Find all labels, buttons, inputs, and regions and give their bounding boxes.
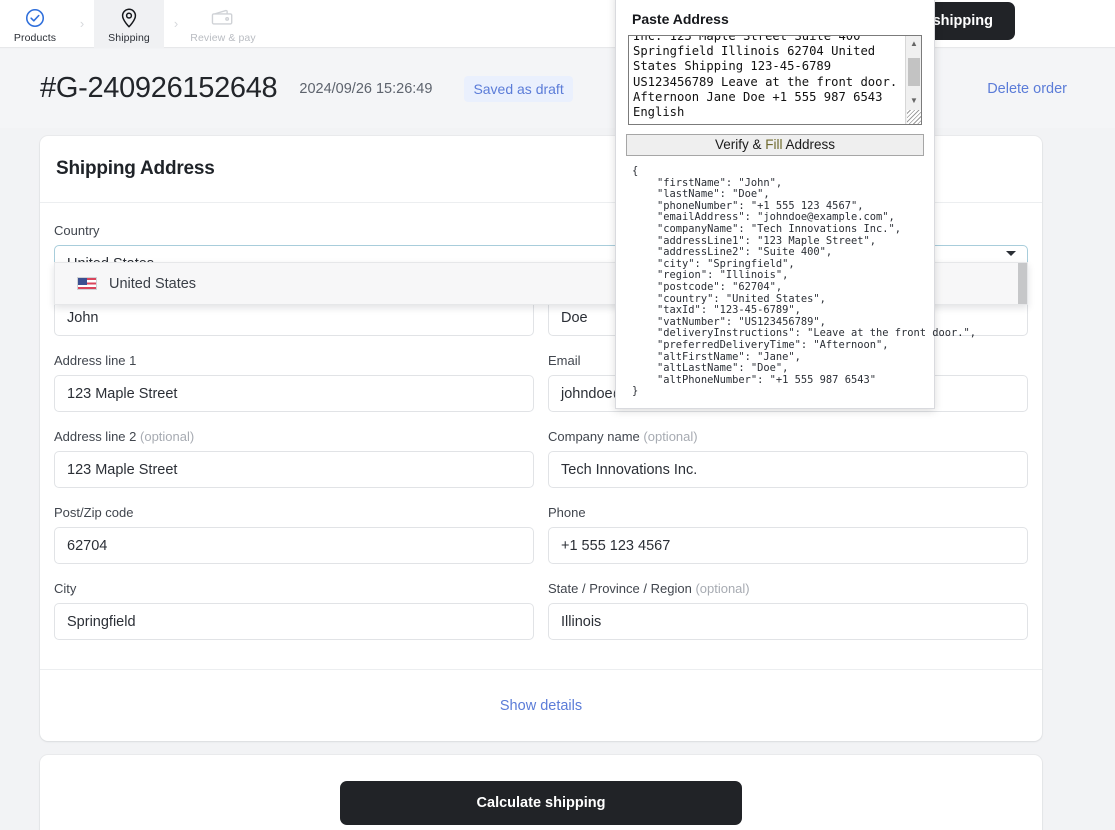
textarea-line: Inc. 123 Maple Street Suite 400 (633, 35, 861, 43)
address-line-1-label: Address line 1 (54, 353, 137, 368)
address-line-2-optional: (optional) (140, 429, 195, 444)
textarea-line: US123456789 Leave at the front door. (633, 74, 898, 89)
chevron-right-icon-2: › (173, 15, 179, 31)
scrollbar-thumb[interactable] (908, 58, 920, 86)
row-address2-company: Address line 2 (optional) 123 Maple Stre… (54, 429, 1028, 488)
postcode-label: Post/Zip code (54, 505, 134, 520)
textarea-line: States Shipping 123-45-6789 (633, 59, 832, 74)
postcode-field: Post/Zip code 62704 (54, 505, 534, 564)
status-badge: Saved as draft (464, 75, 573, 102)
phone-label: Phone (548, 505, 586, 520)
city-input[interactable]: Springfield (54, 603, 534, 640)
order-header: #G-240926152648 2024/09/26 15:26:49 Save… (0, 49, 1115, 128)
textarea-line: English (633, 105, 685, 120)
phone-field: Phone +1 555 123 4567 (548, 505, 1028, 564)
page-title: #G-240926152648 (40, 72, 278, 104)
company-name-field: Company name (optional) Tech Innovations… (548, 429, 1028, 488)
delete-order-link[interactable]: Delete order (987, 81, 1067, 97)
chevron-right-icon: › (79, 15, 85, 31)
row-city-region: City Springfield State / Province / Regi… (54, 581, 1028, 640)
parsed-address-json-output: { "firstName": "John", "lastName": "Doe"… (632, 165, 976, 398)
check-circle-icon (24, 6, 46, 30)
address-line-1-field: Address line 1 123 Maple Street (54, 353, 534, 412)
calculate-shipping-card: Calculate shipping (40, 755, 1042, 830)
stepper-step-products[interactable]: Products (0, 0, 70, 48)
company-name-input[interactable]: Tech Innovations Inc. (548, 451, 1028, 488)
textarea-line: Springfield Illinois 62704 United (633, 44, 876, 59)
region-optional: (optional) (695, 581, 750, 596)
paste-address-textarea-wrap: Inc. 123 Maple Street Suite 400 Springfie… (628, 35, 922, 125)
stepper-step-shipping[interactable]: Shipping (94, 0, 164, 48)
region-field: State / Province / Region (optional) Ill… (548, 581, 1028, 640)
resize-grip-icon[interactable] (907, 110, 921, 124)
show-details-link[interactable]: Show details (500, 698, 582, 714)
company-name-label: Company name (optional) (548, 429, 698, 444)
verify-and-fill-address-button[interactable]: Verify & Fill Address (626, 134, 924, 156)
scroll-down-icon[interactable]: ▼ (906, 93, 922, 108)
address-line-2-label: Address line 2 (optional) (54, 429, 195, 444)
address-line-2-input[interactable]: 123 Maple Street (54, 451, 534, 488)
row-postcode-phone: Post/Zip code 62704 Phone +1 555 123 456… (54, 505, 1028, 564)
stepper-step-products-label: Products (13, 31, 57, 44)
company-name-optional: (optional) (643, 429, 698, 444)
region-input[interactable]: Illinois (548, 603, 1028, 640)
address-line-2-field: Address line 2 (optional) 123 Maple Stre… (54, 429, 534, 488)
city-field: City Springfield (54, 581, 534, 640)
order-timestamp: 2024/09/26 15:26:49 (299, 80, 433, 97)
calculate-shipping-button[interactable]: Calculate shipping (340, 781, 742, 825)
city-label: City (54, 581, 77, 596)
country-dropdown-scrollbar[interactable] (1018, 263, 1027, 304)
scroll-up-icon[interactable]: ▲ (906, 36, 922, 51)
address-line-1-input[interactable]: 123 Maple Street (54, 375, 534, 412)
phone-input[interactable]: +1 555 123 4567 (548, 527, 1028, 564)
wallet-icon (211, 6, 235, 30)
postcode-input[interactable]: 62704 (54, 527, 534, 564)
us-flag-icon (77, 277, 97, 290)
map-pin-icon (118, 6, 140, 30)
chevron-down-icon[interactable] (1006, 250, 1016, 256)
textarea-line: Afternoon Jane Doe +1 555 987 6543 (633, 89, 883, 104)
stepper-step-shipping-label: Shipping (108, 31, 150, 44)
paste-address-textarea[interactable]: Inc. 123 Maple Street Suite 400 Springfie… (628, 35, 922, 125)
show-details-section: Show details (40, 669, 1042, 741)
country-option-label: United States (109, 275, 197, 292)
stepper-step-review-pay[interactable]: Review & pay (188, 0, 258, 48)
stepper-step-review-pay-label: Review & pay (190, 31, 256, 44)
region-label: State / Province / Region (optional) (548, 581, 750, 596)
paste-address-title: Paste Address (632, 11, 729, 27)
paste-address-panel: Paste Address Inc. 123 Maple Street Suit… (615, 0, 976, 409)
